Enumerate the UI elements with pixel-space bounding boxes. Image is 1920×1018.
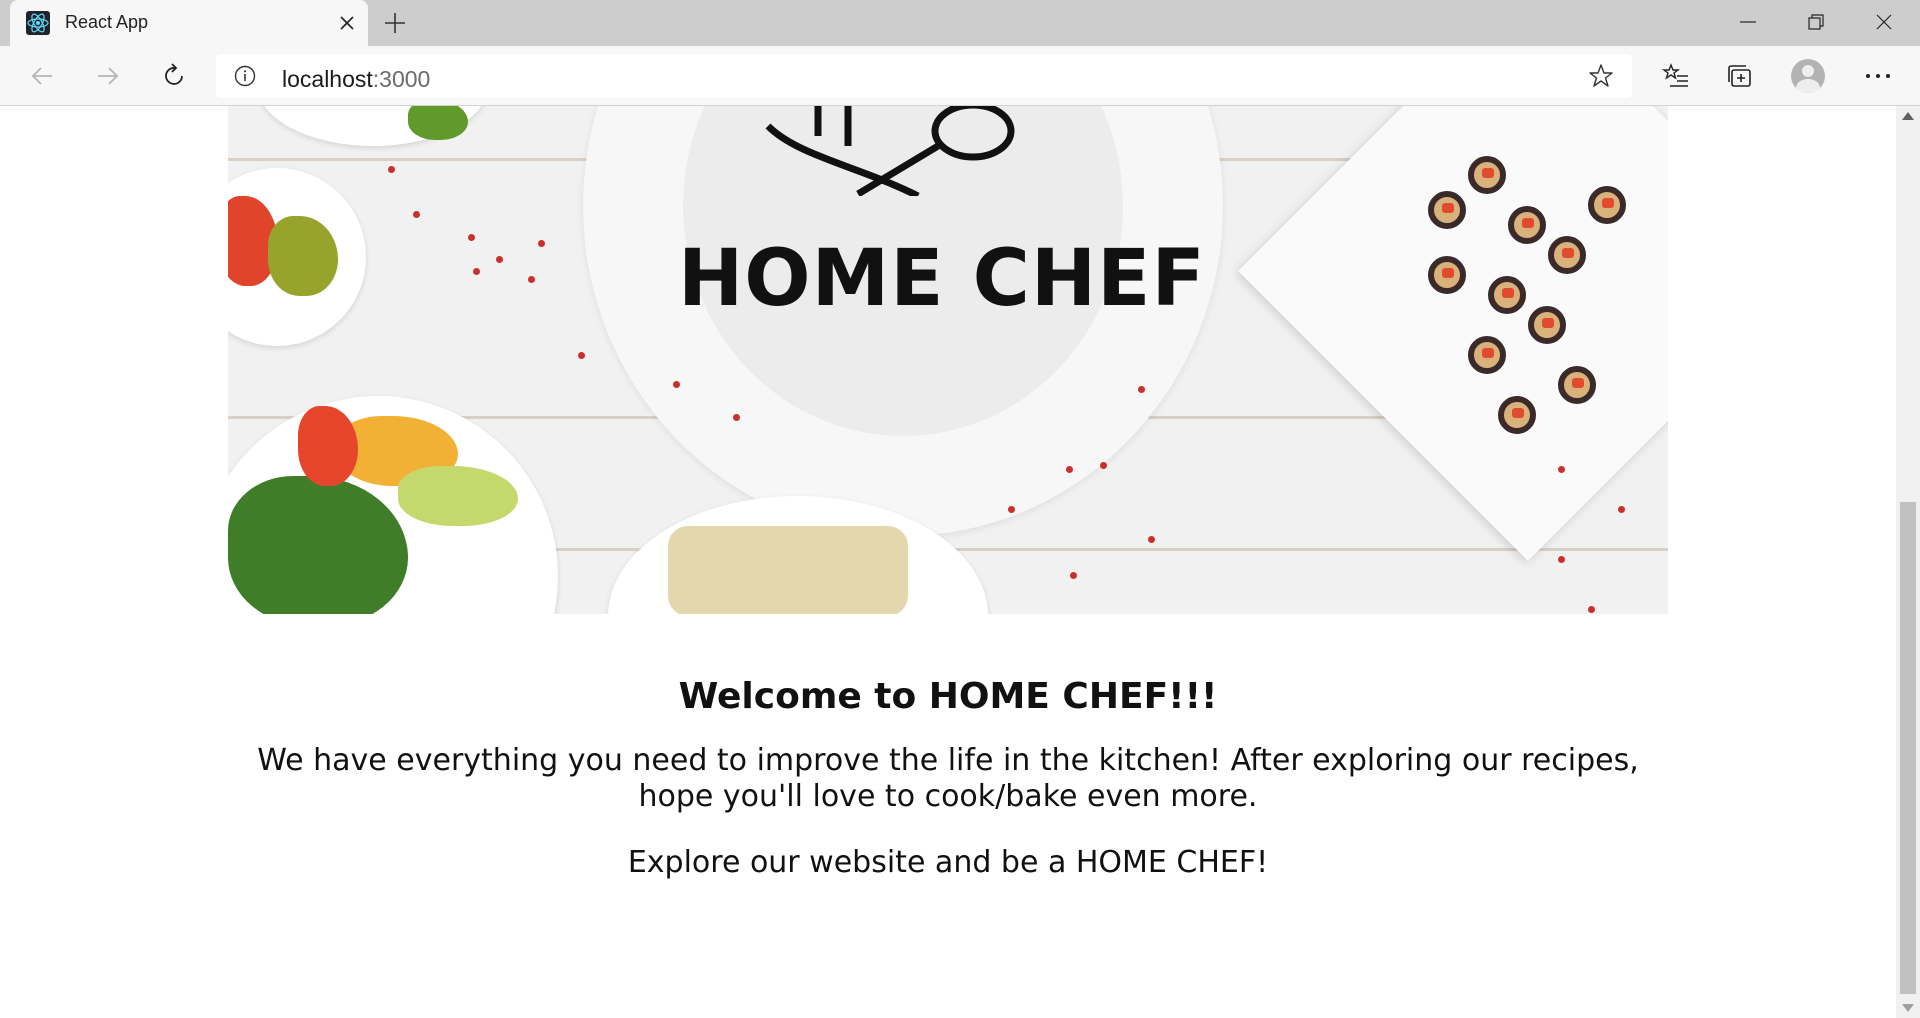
url-port: :3000 [372, 66, 431, 92]
scroll-down-icon[interactable] [1902, 1004, 1914, 1012]
favorites-list-icon[interactable] [1654, 54, 1698, 98]
react-logo-icon [26, 11, 50, 35]
utensils-icon [758, 106, 1038, 201]
refresh-icon[interactable] [152, 54, 196, 98]
plus-icon[interactable] [378, 6, 412, 40]
url-text[interactable]: localhost:3000 [282, 66, 430, 93]
info-icon[interactable] [234, 65, 256, 92]
browser-titlebar: React App [0, 0, 1920, 46]
minimize-icon[interactable] [1714, 0, 1782, 44]
close-icon[interactable] [332, 8, 362, 38]
browser-toolbar: localhost:3000 [0, 46, 1920, 106]
hero-logo-text: HOME CHEF [678, 234, 1206, 324]
welcome-heading: Welcome to HOME CHEF!!! [678, 676, 1218, 717]
tab-title: React App [65, 12, 149, 32]
scroll-thumb[interactable] [1900, 502, 1916, 994]
avatar-icon[interactable] [1786, 54, 1830, 98]
collections-icon[interactable] [1718, 54, 1762, 98]
url-host: localhost [282, 66, 373, 92]
avatar [1791, 59, 1825, 93]
hero-banner: HOME CHEF [228, 106, 1668, 614]
dish-image [1238, 106, 1668, 561]
intro-paragraph: We have everything you need to improve t… [257, 743, 1639, 814]
close-icon[interactable] [1850, 0, 1918, 44]
arrow-left-icon[interactable] [20, 54, 64, 98]
vertical-scrollbar[interactable] [1896, 106, 1920, 1018]
page-viewport: HOME CHEF Welcome to HOME CHEF!!! We hav… [0, 106, 1896, 1018]
welcome-section: Welcome to HOME CHEF!!! We have everythi… [228, 676, 1668, 880]
scroll-up-icon[interactable] [1902, 112, 1914, 120]
star-icon[interactable] [1588, 63, 1614, 94]
restore-icon[interactable] [1782, 0, 1850, 44]
address-bar[interactable]: localhost:3000 [216, 54, 1632, 98]
explore-paragraph: Explore our website and be a HOME CHEF! [627, 845, 1269, 880]
more-icon[interactable] [1856, 54, 1900, 98]
arrow-right-icon[interactable] [86, 54, 130, 98]
browser-tab[interactable]: React App [10, 0, 368, 46]
